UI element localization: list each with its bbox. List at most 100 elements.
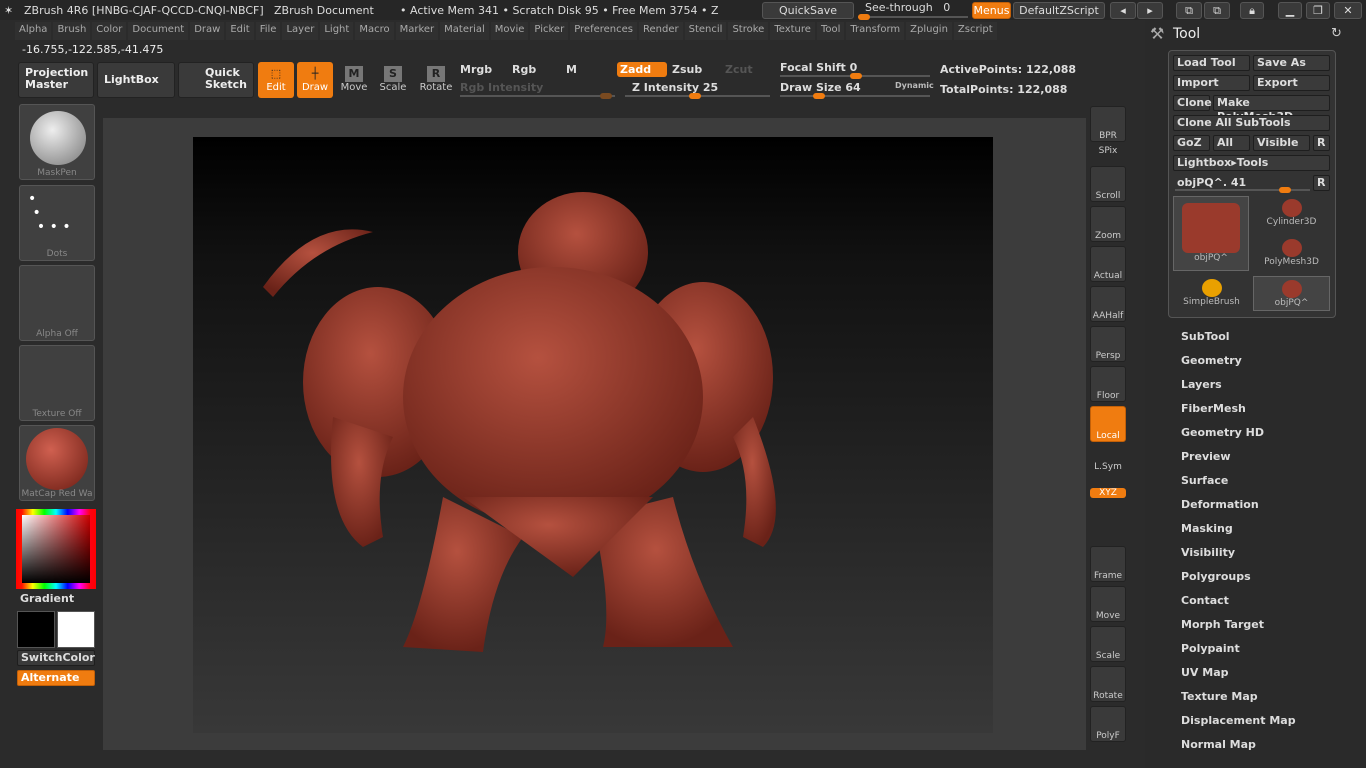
menu-transform[interactable]: Transform [846, 22, 905, 40]
quick-sketch-button[interactable]: Quick Sketch [178, 62, 254, 98]
zsub-button[interactable]: Zsub [672, 63, 702, 76]
switch-color-button[interactable]: SwitchColor [17, 650, 95, 666]
layout-next-icon[interactable]: ⧉ [1204, 2, 1230, 19]
z-intensity-slider[interactable]: Z Intensity 25 [632, 81, 718, 94]
menu-edit[interactable]: Edit [226, 22, 254, 40]
menu-picker[interactable]: Picker [530, 22, 569, 40]
lightbox-tools-button[interactable]: Lightbox▸Tools [1173, 155, 1330, 171]
section-fibermesh[interactable]: FiberMesh [1181, 402, 1246, 415]
lock-icon[interactable]: 🔒︎ [1240, 2, 1264, 19]
menu-marker[interactable]: Marker [395, 22, 439, 40]
color-picker[interactable] [16, 509, 96, 589]
menu-color[interactable]: Color [92, 22, 127, 40]
mrgb-button[interactable]: Mrgb [460, 63, 492, 76]
shelf-aahalf-button[interactable]: AAHalf [1090, 286, 1126, 322]
section-polypaint[interactable]: Polypaint [1181, 642, 1240, 655]
shelf-bpr-button[interactable]: BPR [1090, 106, 1126, 142]
shelf-scale-button[interactable]: Scale [1090, 626, 1126, 662]
material-selector[interactable]: MatCap Red Wa [19, 425, 95, 501]
minimize-icon[interactable]: ▁ [1278, 2, 1302, 19]
menu-layer[interactable]: Layer [282, 22, 319, 40]
import-button[interactable]: Import [1173, 75, 1250, 91]
lightbox-button[interactable]: LightBox [97, 62, 175, 98]
dynamic-button[interactable]: Dynamic [895, 81, 934, 90]
tool-thumb-objpq[interactable]: objPQ^ [1253, 276, 1330, 311]
section-surface[interactable]: Surface [1181, 474, 1228, 487]
see-through-slider[interactable] [858, 14, 968, 20]
section-contact[interactable]: Contact [1181, 594, 1229, 607]
close-icon[interactable]: ✕ [1334, 2, 1362, 19]
r-button-2[interactable]: R [1313, 175, 1330, 191]
save-as-button[interactable]: Save As [1253, 55, 1330, 71]
r-button[interactable]: R [1313, 135, 1330, 151]
menu-render[interactable]: Render [639, 22, 683, 40]
shelf-rotate-button[interactable]: Rotate [1090, 666, 1126, 702]
clone-all-subtools-button[interactable]: Clone All SubTools [1173, 115, 1330, 131]
make-polymesh3d-button[interactable]: Make PolyMesh3D [1213, 95, 1330, 123]
document-viewport[interactable] [193, 137, 993, 733]
rgb-button[interactable]: Rgb [512, 63, 536, 76]
reset-icon[interactable]: ↻ [1331, 26, 1342, 41]
shelf-spix-button[interactable]: SPix [1090, 146, 1126, 156]
shelf-zoom-button[interactable]: Zoom [1090, 206, 1126, 242]
section-morph-target[interactable]: Morph Target [1181, 618, 1264, 631]
clone-button[interactable]: Clone [1173, 95, 1212, 111]
tool-thumb-cylinder3d[interactable]: Cylinder3D [1253, 196, 1330, 231]
section-deformation[interactable]: Deformation [1181, 498, 1259, 511]
menu-tool[interactable]: Tool [816, 22, 845, 40]
main-color-swatch[interactable] [17, 611, 55, 648]
goz-button[interactable]: GoZ [1173, 135, 1210, 151]
stroke-selector[interactable]: • • • • • Dots [19, 185, 95, 261]
section-preview[interactable]: Preview [1181, 450, 1231, 463]
gradient-label[interactable]: Gradient [20, 592, 74, 605]
menu-brush[interactable]: Brush [53, 22, 91, 40]
all-button[interactable]: All [1213, 135, 1250, 151]
shelf-move-button[interactable]: Move [1090, 586, 1126, 622]
move-button[interactable]: M Move [336, 62, 372, 98]
layout-prev-icon[interactable]: ⧉ [1176, 2, 1202, 19]
default-zscript-button[interactable]: DefaultZScript [1013, 2, 1105, 19]
quicksave-button[interactable]: QuickSave [762, 2, 854, 19]
menu-zplugin[interactable]: Zplugin [906, 22, 952, 40]
export-button[interactable]: Export [1253, 75, 1330, 91]
shelf-frame-button[interactable]: Frame [1090, 546, 1126, 582]
m-button[interactable]: M [566, 63, 577, 76]
focal-shift-slider[interactable]: Focal Shift 0 [780, 61, 857, 74]
tool-thumb-objpq[interactable]: objPQ^ [1173, 196, 1249, 271]
zcut-button[interactable]: Zcut [725, 63, 753, 76]
shelf-local-button[interactable]: Local [1090, 406, 1126, 442]
section-masking[interactable]: Masking [1181, 522, 1233, 535]
shelf-actual-button[interactable]: Actual [1090, 246, 1126, 282]
shelf-polyf-button[interactable]: PolyF [1090, 706, 1126, 742]
menus-button[interactable]: Menus [972, 2, 1011, 19]
projection-master-button[interactable]: Projection Master [18, 62, 94, 98]
tool-thumb-simplebrush[interactable]: SimpleBrush [1173, 276, 1250, 311]
scroll-right-icon[interactable]: ▸ [1137, 2, 1163, 19]
section-visibility[interactable]: Visibility [1181, 546, 1235, 559]
shelf-xyz-button[interactable]: XYZ [1090, 488, 1126, 498]
rgb-intensity-slider[interactable]: Rgb Intensity [460, 81, 543, 94]
section-displacement-map[interactable]: Displacement Map [1181, 714, 1296, 727]
section-geometry[interactable]: Geometry [1181, 354, 1242, 367]
section-uv-map[interactable]: UV Map [1181, 666, 1229, 679]
current-tool-slider[interactable]: objPQ^. 41 [1177, 176, 1246, 189]
shelf-persp-button[interactable]: Persp [1090, 326, 1126, 362]
shelf-scroll-button[interactable]: Scroll [1090, 166, 1126, 202]
menu-draw[interactable]: Draw [190, 22, 225, 40]
menu-document[interactable]: Document [128, 22, 189, 40]
section-polygroups[interactable]: Polygroups [1181, 570, 1251, 583]
section-normal-map[interactable]: Normal Map [1181, 738, 1256, 751]
shelf-floor-button[interactable]: Floor [1090, 366, 1126, 402]
brush-selector[interactable]: MaskPen [19, 104, 95, 180]
menu-material[interactable]: Material [440, 22, 489, 40]
menu-stroke[interactable]: Stroke [728, 22, 769, 40]
rotate-button[interactable]: R Rotate [418, 62, 454, 98]
menu-file[interactable]: File [255, 22, 281, 40]
section-geometry-hd[interactable]: Geometry HD [1181, 426, 1264, 439]
tool-thumb-polymesh3d[interactable]: PolyMesh3D [1253, 236, 1330, 271]
section-subtool[interactable]: SubTool [1181, 330, 1230, 343]
zadd-button[interactable]: Zadd [617, 62, 667, 77]
menu-movie[interactable]: Movie [490, 22, 529, 40]
draw-button[interactable]: ┼ Draw [297, 62, 333, 98]
section-texture-map[interactable]: Texture Map [1181, 690, 1258, 703]
